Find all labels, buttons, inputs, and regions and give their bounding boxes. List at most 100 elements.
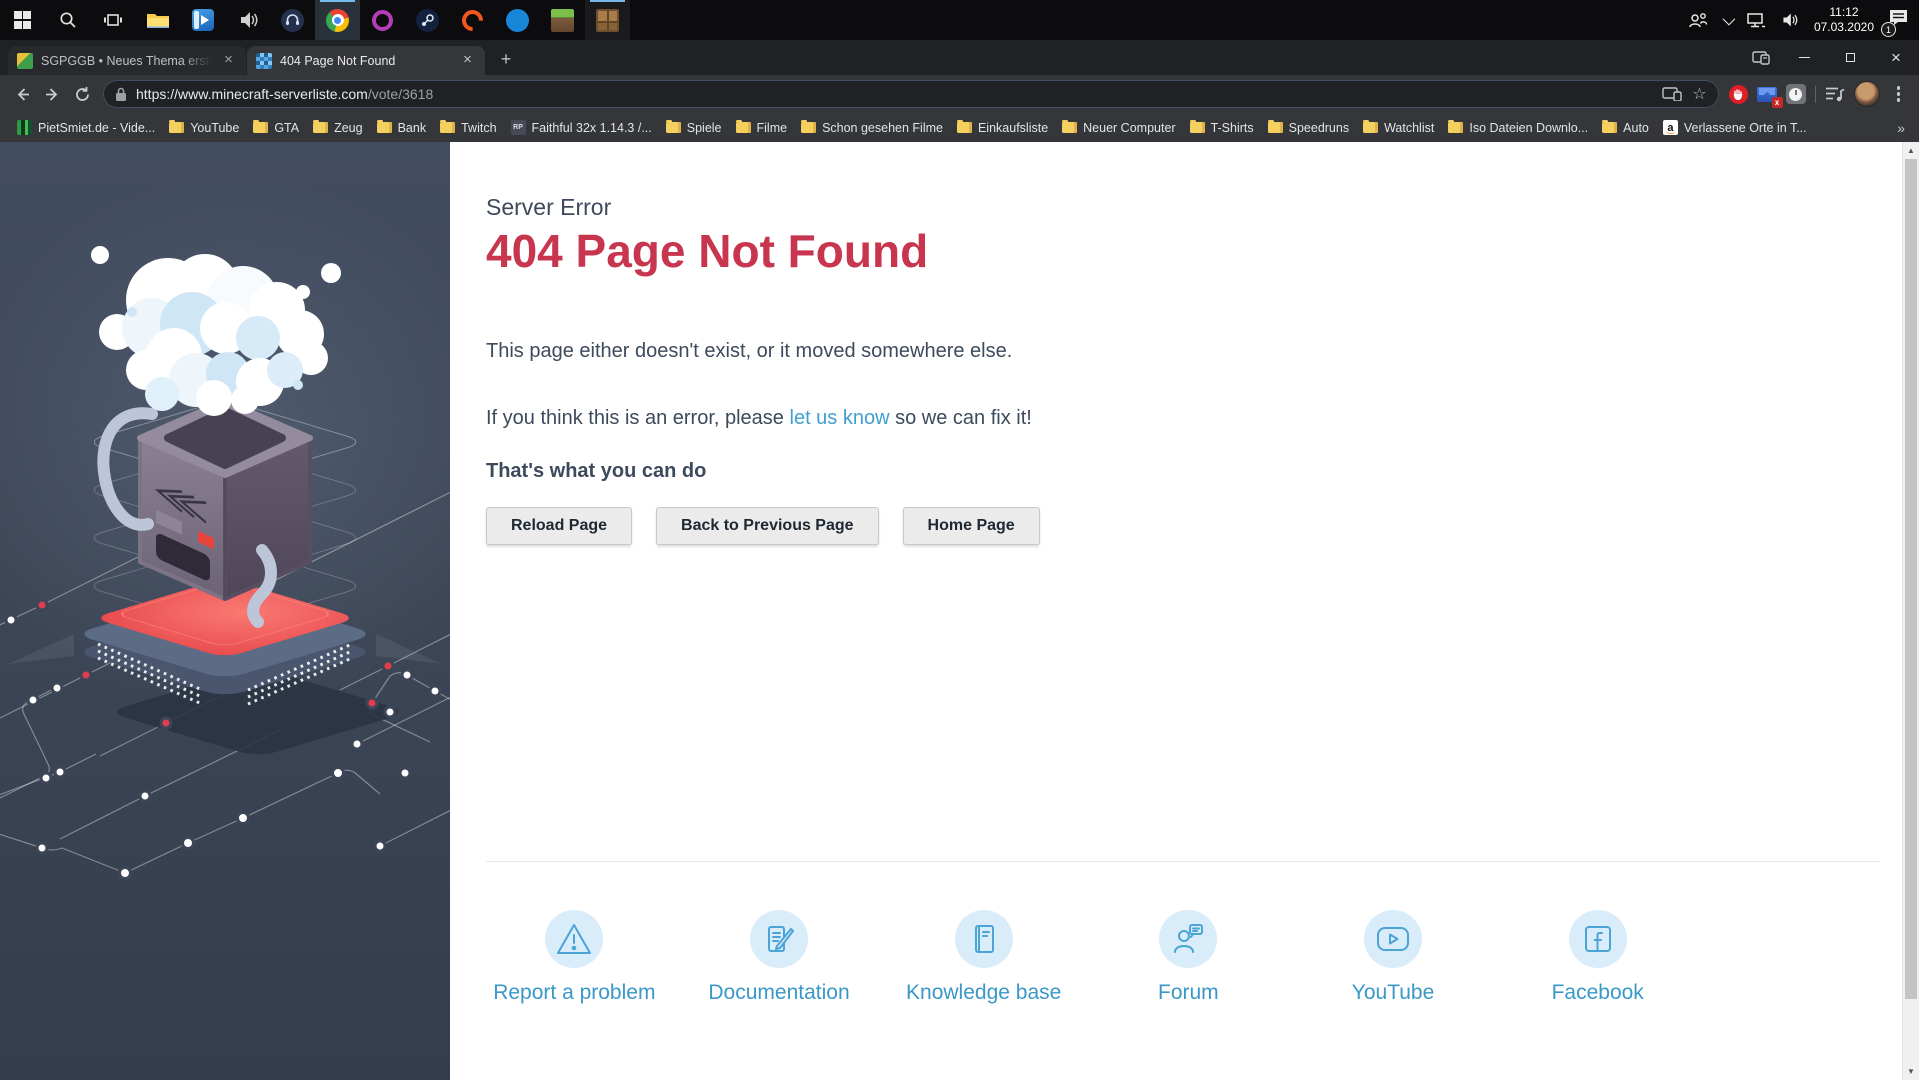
taskbar-search-button[interactable] (45, 0, 90, 40)
clock[interactable]: 11:12 07.03.2020 (1814, 5, 1874, 35)
folder-icon (735, 119, 751, 133)
back-button[interactable] (7, 79, 37, 109)
bookmark-item[interactable]: a Verlassene Orte in T... (1656, 117, 1814, 138)
tab-forum[interactable]: SGPGGB • Neues Thema erstellen × (8, 46, 246, 75)
taskbar-item-uplay[interactable] (495, 0, 540, 40)
media-controls-icon[interactable] (1825, 86, 1845, 102)
taskbar-item-opera[interactable] (360, 0, 405, 40)
taskbar-item-teamspeak[interactable] (270, 0, 315, 40)
network-icon[interactable] (1746, 12, 1766, 29)
bookmark-item[interactable]: GTA (246, 118, 306, 138)
task-view-button[interactable] (90, 0, 135, 40)
footer-documentation[interactable]: Documentation (677, 910, 882, 1005)
back-to-previous-button[interactable]: Back to Previous Page (656, 507, 879, 545)
people-icon[interactable] (1687, 11, 1709, 29)
taskbar-item-chrome[interactable] (315, 0, 360, 40)
action-center-button[interactable]: 1 (1881, 8, 1909, 37)
bookmark-star-icon[interactable]: ☆ (1692, 84, 1706, 104)
taskbar-item-minecraft-launcher[interactable] (585, 0, 630, 40)
taskbar-item-origin[interactable] (450, 0, 495, 40)
footer-label[interactable]: YouTube (1291, 981, 1496, 1005)
chrome-menu-icon[interactable] (1889, 86, 1908, 102)
bookmark-item[interactable]: Zeug (306, 118, 370, 138)
opera-ring-icon (372, 9, 393, 31)
scrollbar-down-icon[interactable]: ▼ (1903, 1063, 1919, 1080)
facebook-icon (1568, 910, 1627, 968)
book-icon (954, 910, 1013, 968)
address-bar[interactable]: https://www.minecraft-serverliste.com/vo… (103, 80, 1719, 108)
bookmark-item[interactable]: RP Faithful 32x 1.14.3 /... (504, 117, 659, 138)
bookmark-item[interactable]: Bank (370, 118, 434, 138)
forward-button[interactable] (37, 79, 67, 109)
start-button[interactable] (0, 0, 45, 40)
adblock-hand-icon[interactable] (1728, 84, 1748, 104)
footer-divider (486, 861, 1880, 862)
reload-page-button[interactable]: Reload Page (486, 507, 633, 545)
windows-logo-icon (13, 11, 32, 29)
volume-icon[interactable] (1780, 11, 1800, 29)
folder-icon (801, 119, 817, 133)
bookmark-item[interactable]: PietSmiet.de - Vide... (10, 117, 162, 138)
restore-button[interactable] (1827, 40, 1873, 75)
error-panel: Server Error 404 Page Not Found This pag… (450, 142, 1919, 1080)
taskbar-item-audio-app[interactable] (225, 0, 270, 40)
taskbar-item-minecraft[interactable] (540, 0, 585, 40)
document-pencil-icon (750, 910, 808, 968)
bookmark-item[interactable]: Speedruns (1261, 118, 1356, 138)
footer-youtube[interactable]: YouTube (1291, 910, 1496, 1005)
bookmark-item[interactable]: Watchlist (1356, 118, 1441, 138)
bookmark-item[interactable]: Filme (729, 118, 795, 138)
serverliste-favicon-icon (256, 52, 272, 69)
home-page-button[interactable]: Home Page (902, 507, 1040, 545)
profile-avatar[interactable] (1853, 81, 1880, 107)
mail-checker-icon[interactable]: x (1756, 86, 1783, 108)
tab-404[interactable]: 404 Page Not Found × (247, 46, 485, 75)
footer-knowledge-base[interactable]: Knowledge base (881, 910, 1086, 1005)
bookmark-item[interactable]: T-Shirts (1183, 118, 1261, 138)
blue-play-icon (191, 9, 214, 31)
reload-button[interactable] (67, 79, 97, 109)
bookmarks-overflow-chevron[interactable]: » (1893, 120, 1909, 136)
tab-close-icon[interactable]: × (220, 52, 237, 69)
bookmark-item[interactable]: Neuer Computer (1055, 118, 1182, 138)
footer-facebook[interactable]: Facebook (1495, 910, 1700, 1005)
footer-label[interactable]: Forum (1086, 981, 1291, 1005)
bookmark-label: Schon gesehen Filme (822, 120, 943, 135)
bookmark-item[interactable]: YouTube (162, 118, 246, 138)
footer-report-problem[interactable]: Report a problem (472, 910, 677, 1005)
footer-label[interactable]: Report a problem (472, 981, 677, 1005)
page-scrollbar[interactable]: ▲ ▼ (1902, 142, 1919, 1080)
send-to-device-icon[interactable] (1662, 87, 1682, 101)
new-tab-button[interactable]: + (492, 45, 520, 73)
bookmark-label: Speedruns (1288, 120, 1350, 135)
minimize-button[interactable] (1781, 40, 1827, 75)
close-button[interactable]: × (1873, 40, 1919, 75)
bookmark-item[interactable]: Auto (1595, 118, 1656, 138)
footer-label[interactable]: Knowledge base (881, 981, 1086, 1005)
let-us-know-link[interactable]: let us know (790, 407, 890, 429)
scrollbar-up-icon[interactable]: ▲ (1903, 142, 1919, 159)
taskbar-item-steam[interactable] (405, 0, 450, 40)
error-kicker: Server Error (486, 194, 612, 220)
tab-close-icon[interactable]: × (459, 52, 476, 69)
bookmark-label: Einkaufsliste (977, 120, 1049, 135)
tab-preview-icon[interactable] (1741, 40, 1781, 75)
scrollbar-thumb[interactable] (1905, 159, 1917, 999)
bookmark-item[interactable]: Spiele (659, 118, 729, 138)
hidden-icons-chevron[interactable] (1722, 12, 1736, 25)
timer-extension-icon[interactable] (1785, 84, 1806, 104)
taskbar-item-file-explorer[interactable] (135, 0, 180, 40)
chrome-icon (326, 8, 349, 32)
bookmark-item[interactable]: Twitch (433, 118, 503, 138)
bookmark-item[interactable]: Schon gesehen Filme (794, 118, 950, 138)
bookmark-item[interactable]: Einkaufsliste (950, 118, 1055, 138)
footer-label[interactable]: Facebook (1495, 981, 1700, 1005)
taskbar-item-media-player[interactable] (180, 0, 225, 40)
bookmark-label: Zeug (334, 120, 363, 135)
bookmark-item[interactable]: Iso Dateien Downlo... (1441, 118, 1595, 138)
origin-icon (457, 5, 488, 35)
footer-forum[interactable]: Forum (1086, 910, 1291, 1005)
resourcepack-favicon-icon: RP (510, 120, 526, 135)
clock-time: 11:12 (1829, 5, 1859, 19)
footer-label[interactable]: Documentation (677, 981, 882, 1005)
